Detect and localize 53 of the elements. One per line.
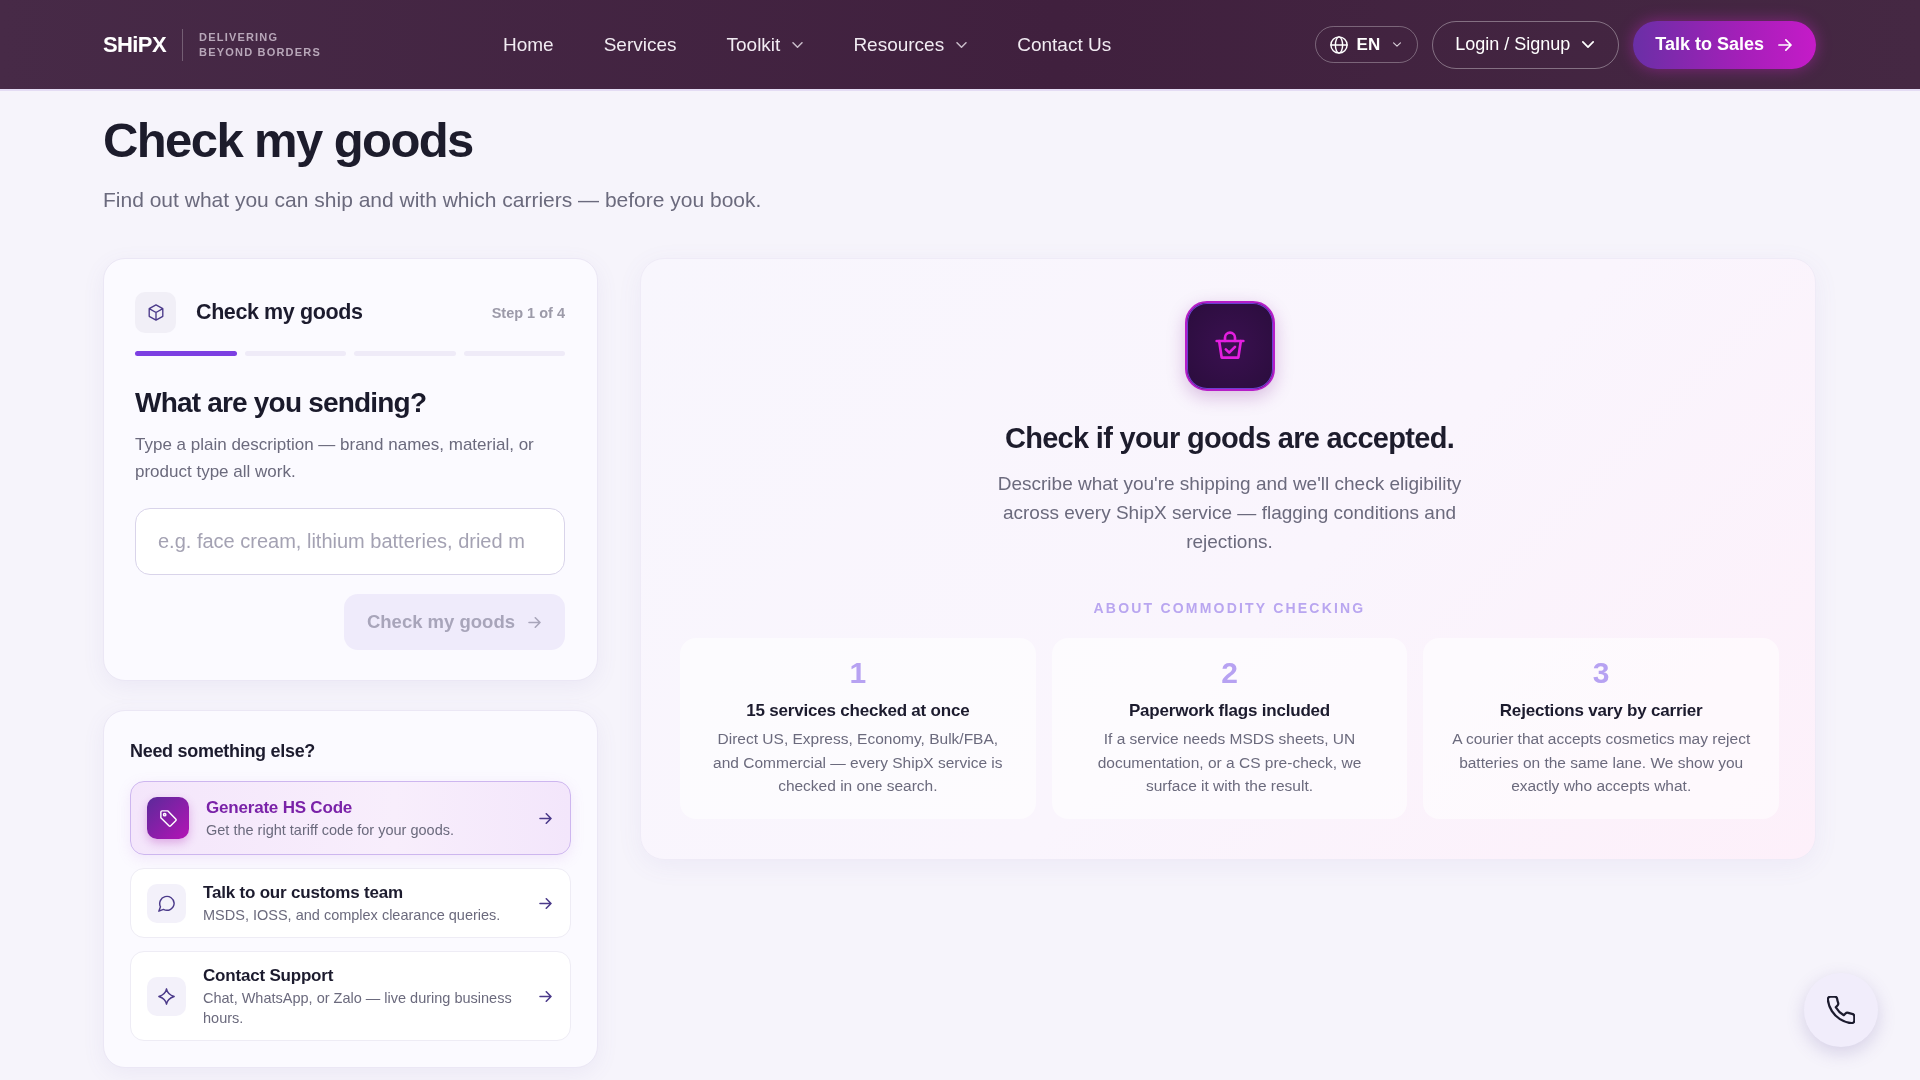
fact-title: 15 services checked at once xyxy=(745,700,971,722)
fact-description: Direct US, Express, Economy, Bulk/FBA, and Commercial — every ShipX service is checked in one search. xyxy=(712,729,1004,796)
nav-link[interactable]: Contact Us xyxy=(1017,33,1112,56)
panel-description: Describe what you're shipping and we'll check eligibility across every ShipX service — flagging conditions and rejections. xyxy=(996,472,1463,554)
phone-icon xyxy=(1827,996,1855,1024)
fact-number: 2 xyxy=(1220,655,1239,691)
help-option-card[interactable]: Generate HS Code Get the right tariff code for your goods. xyxy=(130,781,571,855)
section-label: ABOUT COMMODITY CHECKING xyxy=(1093,599,1366,617)
card-title: Check my goods xyxy=(196,300,363,325)
nav-link[interactable]: Services xyxy=(603,33,677,56)
page-subtitle: Find out what you can ship and with which carriers — before you book. xyxy=(103,187,763,213)
help-option-card[interactable]: Contact Support Chat, WhatsApp, or Zalo — live during business hours. xyxy=(130,951,571,1041)
chevron-down-icon xyxy=(792,41,804,48)
arrow-right-icon xyxy=(528,616,541,628)
chevron-down-icon xyxy=(956,41,968,48)
sparkle-icon xyxy=(147,976,186,1016)
nav-dropdown[interactable]: Resources xyxy=(853,33,968,56)
option-title: Generate HS Code xyxy=(206,796,354,818)
talk-to-sales-button[interactable]: Talk to Sales xyxy=(1633,20,1816,69)
fact-description: If a service needs MSDS sheets, UN documentation, or a CS pre-check, we surface it with the result. xyxy=(1096,729,1363,796)
chat-bubble-icon xyxy=(147,883,186,923)
question-heading: What are you sending? xyxy=(135,386,428,420)
option-description: Get the right tariff code for your goods. xyxy=(206,820,455,840)
arrow-right-icon xyxy=(539,812,552,824)
page-title: Check my goods xyxy=(103,112,474,169)
help-option-card[interactable]: Talk to our customs team MSDS, IOSS, and complex clearance queries. xyxy=(130,868,571,938)
question-hint: Type a plain description — brand names, material, or product type all work. xyxy=(135,434,535,483)
fact-title: Rejections vary by carrier xyxy=(1498,700,1704,722)
chevron-down-icon xyxy=(1393,42,1402,47)
fact-description: A courier that accepts cosmetics may reject batteries on the same lane. We show you exactly who accepts what. xyxy=(1451,729,1752,796)
logo-wordmark[interactable]: SHiPX xyxy=(103,31,167,58)
option-description: MSDS, IOSS, and complex clearance queries. xyxy=(203,905,502,925)
tag-icon xyxy=(147,797,189,839)
nav-dropdown[interactable]: Toolkit xyxy=(726,33,804,56)
option-title: Contact Support xyxy=(203,964,335,986)
goods-description-input[interactable]: e.g. face cream, lithium batteries, dried m xyxy=(135,508,565,575)
logo-tagline: DELIVERING BEYOND BORDERS xyxy=(199,29,321,60)
arrow-right-icon xyxy=(539,897,552,909)
basket-check-icon xyxy=(1184,301,1275,391)
step-counter: Step 1 of 4 xyxy=(491,304,565,321)
fact-number: 3 xyxy=(1591,655,1611,691)
option-title: Talk to our customs team xyxy=(203,881,404,903)
cube-icon xyxy=(135,292,176,333)
nav-link[interactable]: Home xyxy=(502,33,554,56)
help-heading: Need something else? xyxy=(130,740,317,763)
globe-icon xyxy=(1329,35,1348,54)
option-description: Chat, WhatsApp, or Zalo — live during business hours. xyxy=(203,988,513,1028)
fact-number: 1 xyxy=(848,655,868,691)
arrow-right-icon xyxy=(539,990,552,1002)
arrow-right-icon xyxy=(1778,38,1792,51)
panel-heading: Check if your goods are accepted. xyxy=(1004,421,1455,456)
fact-title: Paperwork flags included xyxy=(1127,700,1332,722)
chevron-down-icon xyxy=(1582,41,1595,48)
